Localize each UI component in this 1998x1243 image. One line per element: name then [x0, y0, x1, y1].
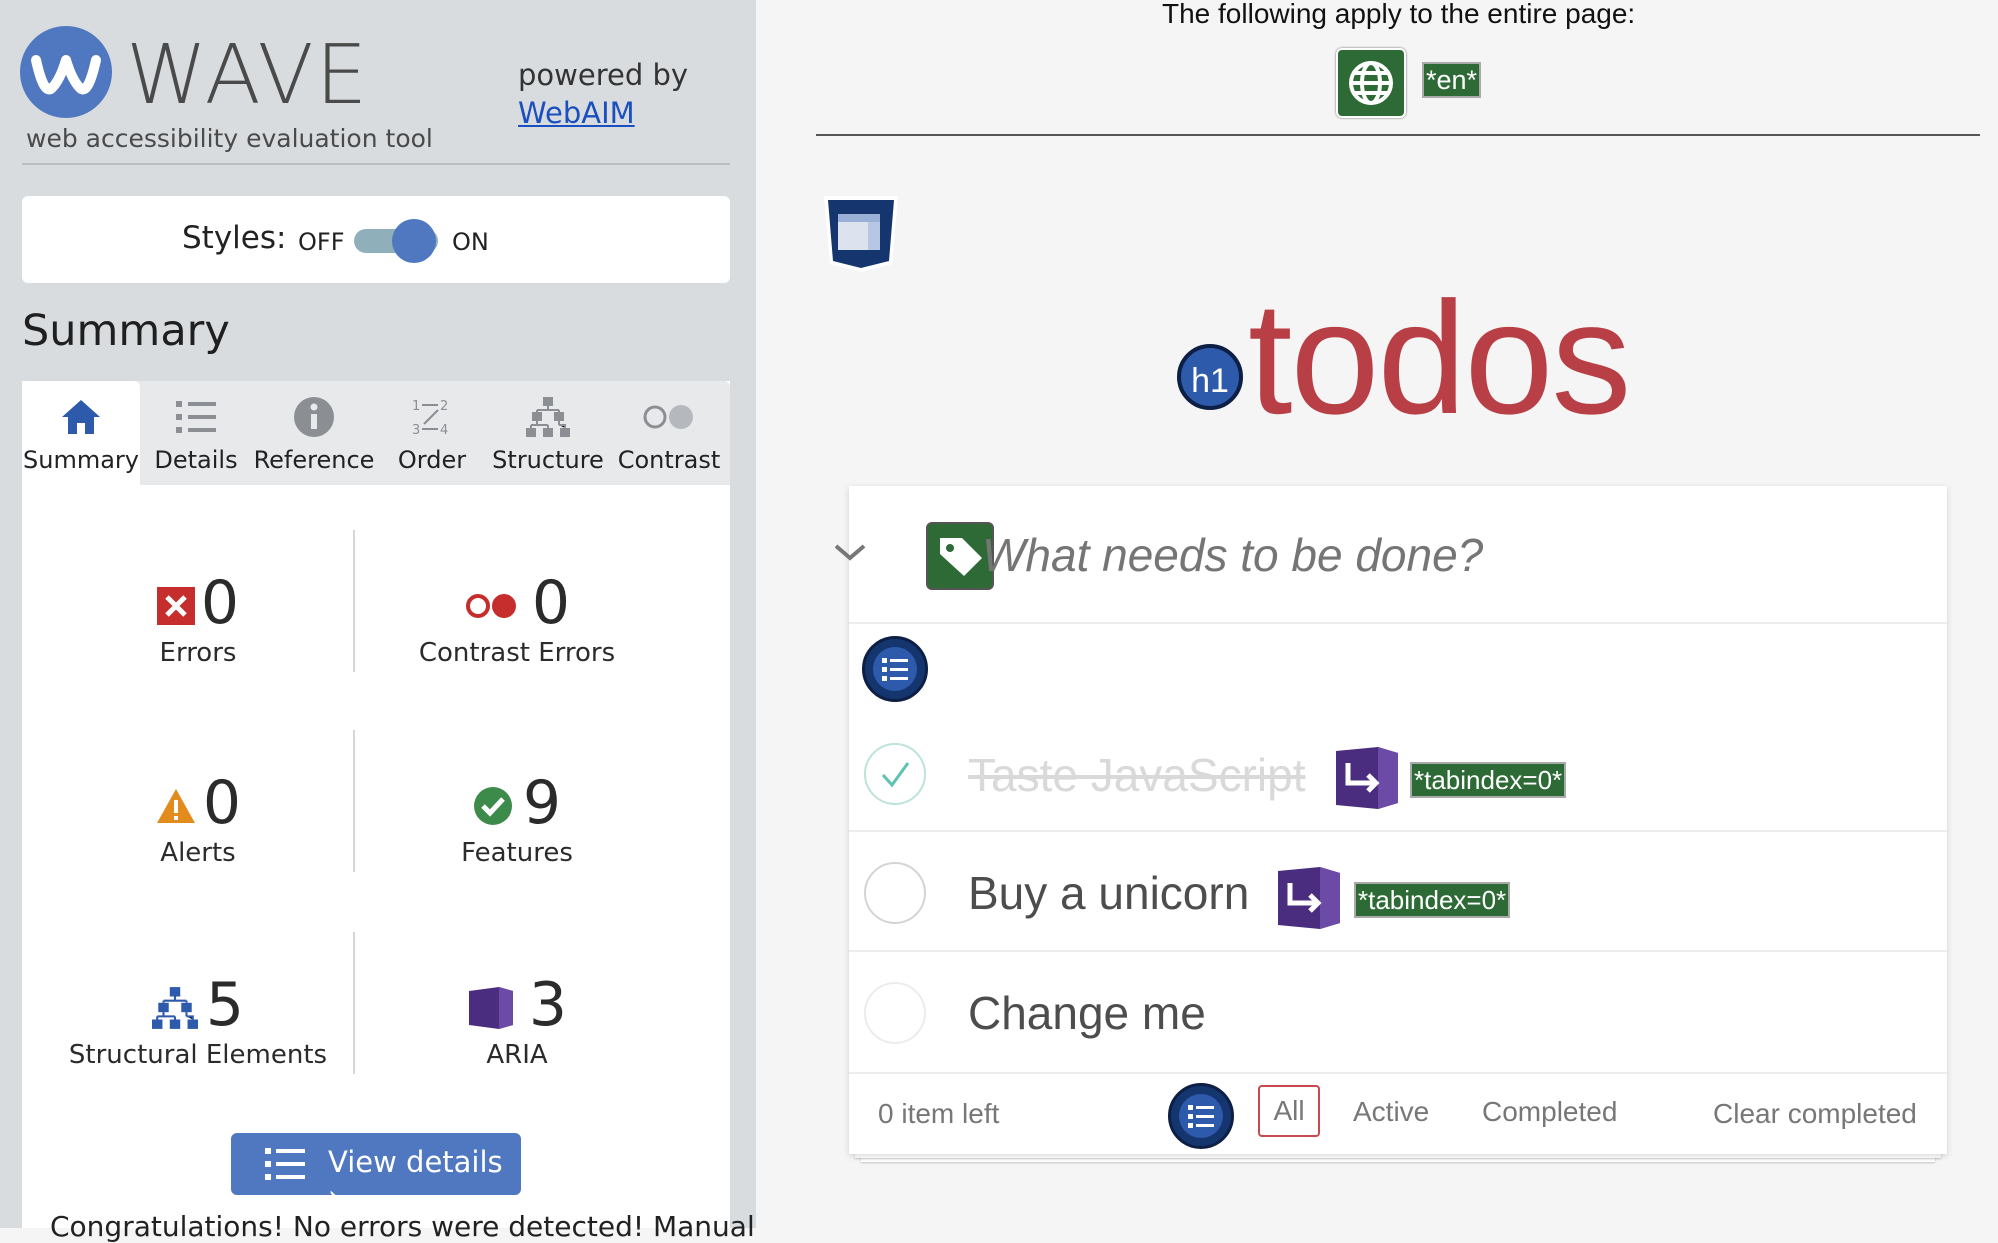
tab-reference-label: Reference: [253, 446, 375, 474]
aria-count: 3: [528, 970, 568, 1040]
todo-item-label[interactable]: Buy a unicorn: [968, 866, 1249, 920]
language-globe-icon[interactable]: [1336, 48, 1406, 118]
divider: [849, 622, 1947, 624]
todo-checkbox[interactable]: [864, 982, 926, 1044]
todo-checkbox[interactable]: [864, 743, 926, 805]
styles-toggle-knob[interactable]: [392, 219, 436, 263]
aria-stat[interactable]: 3 ARIA: [356, 970, 678, 1070]
filter-completed[interactable]: Completed: [1482, 1096, 1617, 1128]
structure-icon: [151, 987, 198, 1030]
aria-landmark-icon[interactable]: [822, 194, 902, 274]
toggle-all-chevron-icon[interactable]: [828, 538, 872, 568]
checkmark-icon: [881, 762, 910, 788]
svg-text:3: 3: [412, 423, 420, 438]
filter-active[interactable]: Active: [1353, 1096, 1429, 1128]
list-badge-icon[interactable]: [862, 636, 928, 702]
todos-heading: todos: [1248, 268, 1631, 447]
tab-contrast[interactable]: Contrast: [608, 381, 730, 485]
h1-badge-icon[interactable]: h1: [1177, 344, 1243, 410]
h1-badge-label: h1: [1191, 362, 1229, 400]
divider: [849, 830, 1947, 832]
alerts-count: 0: [202, 768, 242, 838]
filter-all-label: All: [1273, 1095, 1305, 1126]
divider: [22, 163, 730, 165]
features-stat[interactable]: 9 Features: [356, 768, 678, 868]
todo-checkbox[interactable]: [864, 862, 926, 924]
tabindex-tag: *tabindex=0*: [1410, 762, 1567, 798]
errors-count: 0: [200, 568, 240, 638]
styles-off-label: OFF: [298, 228, 345, 256]
list-icon: [265, 1148, 305, 1180]
errors-label: Errors: [159, 638, 237, 668]
tab-summary[interactable]: Summary: [22, 381, 140, 485]
styles-label: Styles:: [182, 220, 287, 256]
order-icon: 1 2 3 4: [376, 395, 488, 439]
webaim-link[interactable]: WebAIM: [518, 94, 688, 132]
styles-toggle-panel: Styles: OFF ON: [22, 196, 730, 283]
tab-details[interactable]: Details: [140, 381, 252, 485]
panel-tabs: Summary Details Reference 1 2 3 4 Order Str…: [22, 381, 730, 485]
structure-icon: [488, 395, 608, 439]
tab-order-label: Order: [397, 446, 467, 474]
tab-contrast-label: Contrast: [617, 446, 721, 474]
structural-count: 5: [205, 970, 245, 1040]
home-icon: [22, 395, 140, 439]
svg-text:4: 4: [440, 423, 448, 438]
tabindex-tag: *tabindex=0*: [1354, 882, 1511, 918]
wave-sidebar: WAVE web accessibility evaluation tool p…: [0, 0, 756, 1243]
language-tag: *en*: [1422, 62, 1482, 98]
contrast-errors-label: Contrast Errors: [418, 638, 616, 668]
divider: [849, 950, 1947, 952]
alerts-stat[interactable]: 0 Alerts: [40, 768, 356, 868]
error-icon: [156, 587, 195, 626]
tab-order[interactable]: 1 2 3 4 Order: [376, 381, 488, 485]
view-details-label: View details ›: [328, 1145, 503, 1213]
wave-title: WAVE: [126, 28, 370, 123]
powered-by: powered by WebAIM: [518, 56, 688, 132]
alerts-label: Alerts: [160, 838, 236, 868]
wave-logo-icon: [20, 26, 112, 118]
alert-icon: [156, 789, 195, 824]
items-left-count: 0 item left: [878, 1098, 1000, 1129]
features-count: 9: [522, 768, 562, 838]
powered-by-label: powered by: [518, 58, 689, 92]
errors-stat[interactable]: 0 Errors: [40, 568, 356, 668]
filter-all[interactable]: All: [1258, 1085, 1320, 1137]
styles-on-label: ON: [452, 228, 489, 256]
tab-reference[interactable]: Reference: [252, 381, 376, 485]
document-notice-text: The following apply to the entire page:: [1162, 0, 1636, 29]
contrast-errors-stat[interactable]: 0 Contrast Errors: [356, 568, 678, 668]
tab-structure-label: Structure: [492, 446, 604, 474]
list-badge-icon[interactable]: [1168, 1083, 1234, 1149]
contrast-errors-count: 0: [531, 568, 571, 638]
tab-summary-label: Summary: [23, 446, 139, 474]
info-icon: [252, 395, 376, 439]
structural-label: Structural Elements: [68, 1040, 328, 1070]
contrast-error-icon: [465, 594, 516, 619]
tab-structure[interactable]: Structure: [488, 381, 608, 485]
aria-icon: [468, 987, 513, 1030]
contrast-icon: [608, 395, 730, 439]
view-details-button[interactable]: View details ›: [231, 1133, 521, 1213]
features-label: Features: [461, 838, 573, 868]
summary-message: Congratulations! No errors were detected…: [50, 1210, 755, 1243]
todo-item-label[interactable]: Taste JavaScript: [968, 748, 1305, 802]
divider: [849, 1072, 1947, 1074]
wave-subtitle: web accessibility evaluation tool: [26, 124, 433, 153]
tabindex-icon[interactable]: [1334, 745, 1400, 811]
feature-check-icon: [473, 787, 512, 826]
todo-item-label[interactable]: Change me: [968, 986, 1206, 1040]
clear-completed-button[interactable]: Clear completed: [1713, 1098, 1917, 1130]
list-icon: [140, 395, 252, 439]
structural-stat[interactable]: 5 Structural Elements: [40, 970, 356, 1070]
new-todo-input[interactable]: [982, 522, 1882, 588]
tab-details-label: Details: [154, 446, 238, 474]
svg-text:2: 2: [440, 399, 448, 414]
aria-label: ARIA: [486, 1040, 548, 1070]
svg-text:1: 1: [412, 399, 420, 414]
summary-heading: Summary: [22, 306, 230, 356]
tabindex-icon[interactable]: [1276, 865, 1342, 931]
